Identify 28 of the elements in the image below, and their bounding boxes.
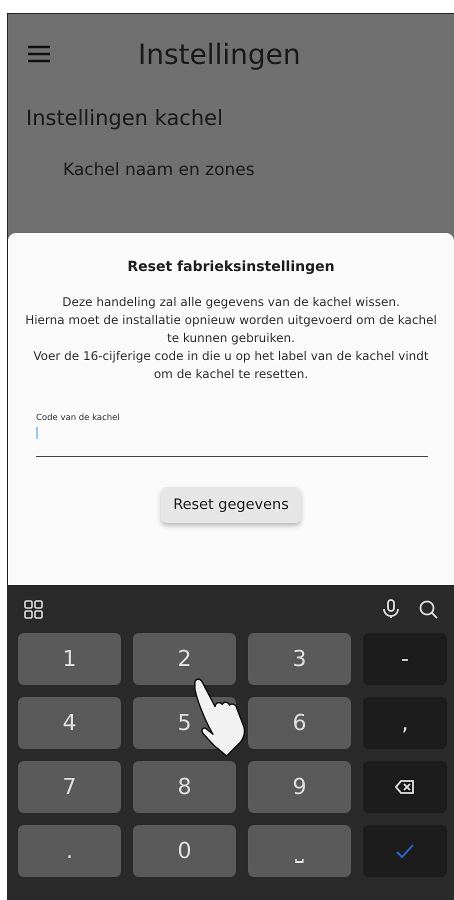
- keyboard-key[interactable]: 6: [248, 697, 351, 749]
- page-title: Instellingen: [138, 38, 301, 70]
- grid-icon[interactable]: [24, 600, 43, 618]
- keyboard-key[interactable]: .: [18, 825, 121, 877]
- backspace-icon: [395, 779, 415, 795]
- keyboard-key[interactable]: 8: [133, 761, 236, 813]
- keyboard-key[interactable]: -: [363, 633, 447, 685]
- keyboard-key[interactable]: 2: [133, 633, 236, 685]
- keyboard-key[interactable]: 3: [248, 633, 351, 685]
- dialog-message: Deze handeling zal alle gegevens van de kachel wissen. Hierna moet de installatie opnieuw worden uitgevoerd om de kachel te kunnen gebruiken. Voer de 16-cijferige code in die u op het label van de kachel vindt om de kachel te resetten.: [24, 294, 438, 383]
- reset-button[interactable]: Reset gegevens: [161, 487, 301, 523]
- keyboard-key[interactable]: ⎵: [248, 825, 351, 877]
- keyboard-key[interactable]: 1: [18, 633, 121, 685]
- keyboard-key[interactable]: ,: [363, 697, 447, 749]
- keyboard-key[interactable]: 9: [248, 761, 351, 813]
- keyboard-key[interactable]: 7: [18, 761, 121, 813]
- check-icon: [395, 843, 415, 859]
- backspace-key[interactable]: [363, 761, 447, 813]
- microphone-icon[interactable]: [383, 599, 399, 619]
- code-input-field[interactable]: Code van de kachel: [36, 413, 428, 457]
- keyboard-key[interactable]: 0: [133, 825, 236, 877]
- section-title: Instellingen kachel: [25, 105, 224, 132]
- field-label: Code van de kachel: [36, 413, 121, 423]
- menu-icon[interactable]: [28, 45, 50, 63]
- settings-item[interactable]: Kachel naam en zones: [8, 150, 454, 206]
- keyboard-key[interactable]: 4: [18, 697, 121, 749]
- search-icon[interactable]: [419, 600, 438, 618]
- dialog-title: Reset fabrieksinstellingen: [127, 259, 335, 275]
